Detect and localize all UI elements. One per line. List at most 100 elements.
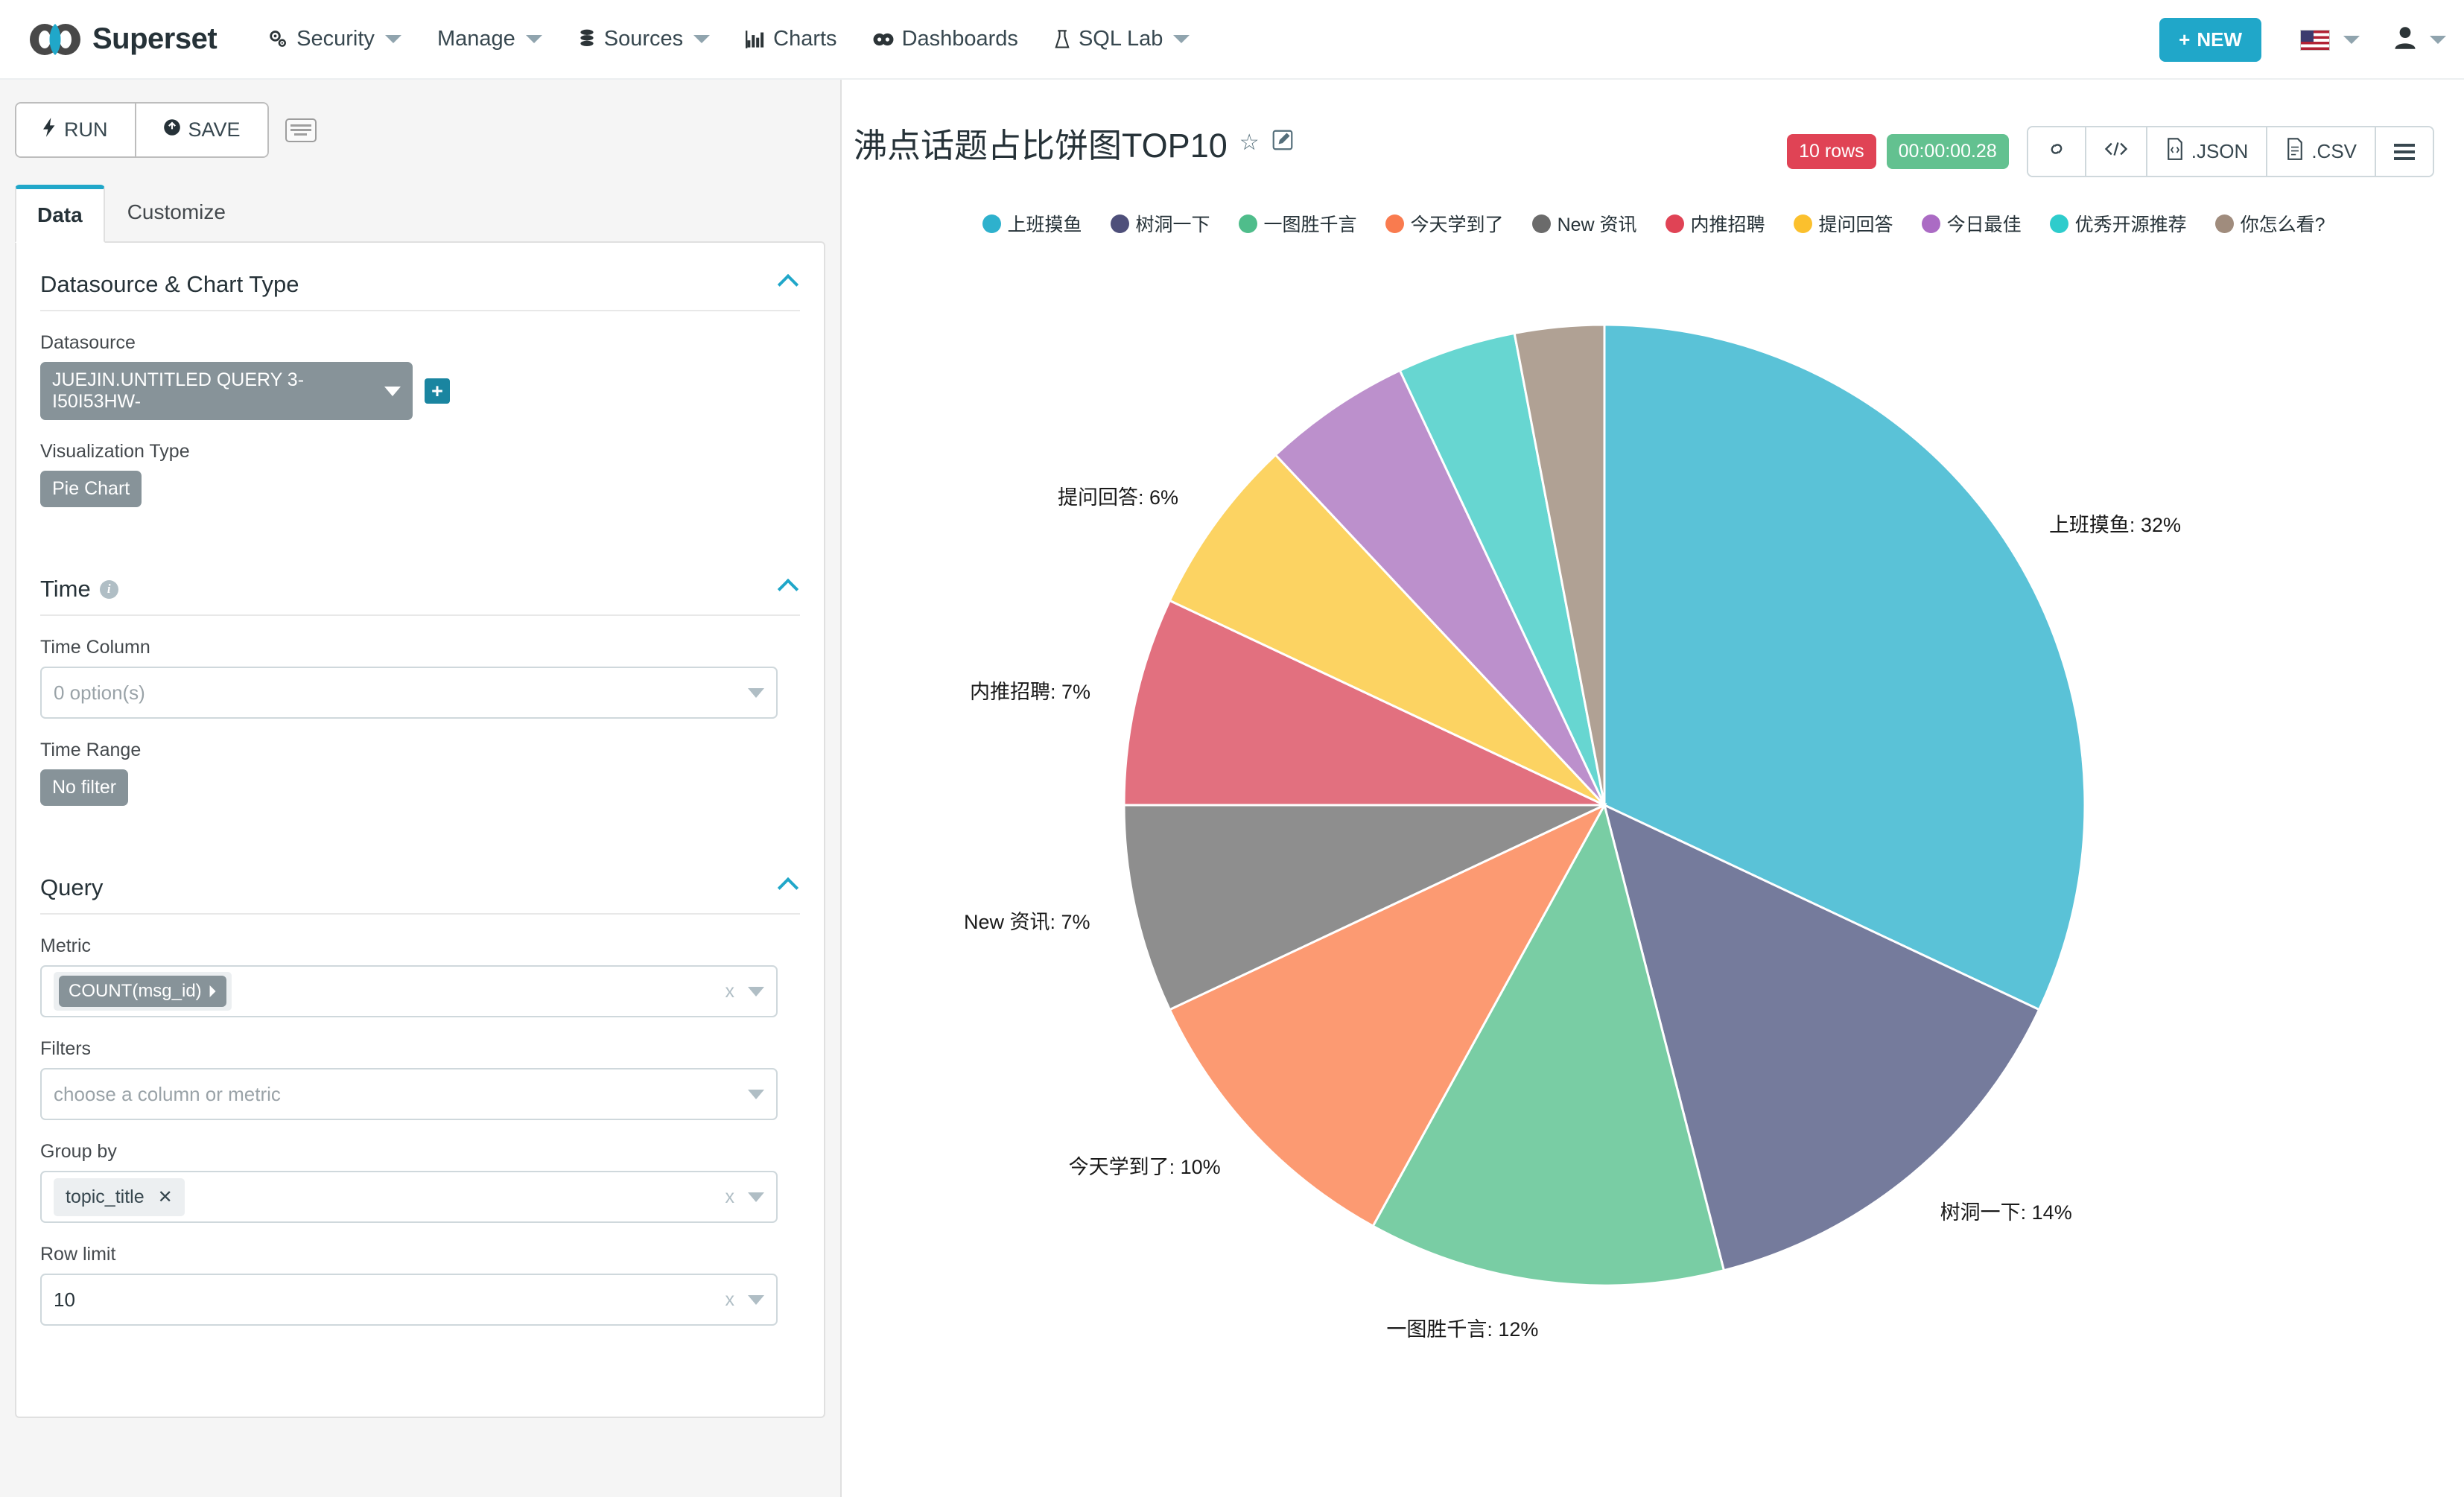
nav-item-dashboards[interactable]: Dashboards — [855, 0, 1036, 79]
nav-item-charts[interactable]: Charts — [728, 0, 854, 79]
row-limit-select[interactable]: 10 x — [40, 1274, 778, 1326]
star-icon[interactable]: ☆ — [1239, 130, 1260, 156]
viz-type-value[interactable]: Pie Chart — [40, 471, 142, 507]
chevron-down-icon — [384, 35, 401, 43]
pie-slice-label: 树洞一下: 14% — [1940, 1201, 2072, 1224]
section-time: Time i Time Column 0 option(s) Time Rang… — [16, 547, 824, 846]
legend-item[interactable]: 树洞一下 — [1110, 210, 1210, 237]
divider — [40, 310, 800, 311]
legend-color-swatch — [1531, 214, 1551, 233]
legend-item[interactable]: 上班摸鱼 — [982, 210, 1082, 237]
field-time-column: Time Column 0 option(s) — [40, 637, 800, 719]
section-query: Query Metric COUNT(msg_id) x Filters cho… — [16, 846, 824, 1326]
info-icon[interactable]: i — [99, 579, 118, 599]
nav-item-security[interactable]: Security — [250, 0, 419, 79]
field-row-limit: Row limit 10 x — [40, 1244, 800, 1326]
rows-badge: 10 rows — [1787, 134, 1876, 169]
metric-token[interactable]: COUNT(msg_id) — [54, 972, 232, 1011]
chart-header-actions: 10 rows 00:00:00.28 .JSON .CSV — [1787, 118, 2434, 177]
time-range-value[interactable]: No filter — [40, 769, 129, 806]
page-title: 沸点话题占比饼图TOP10 ☆ — [854, 118, 1294, 167]
legend-color-swatch — [1665, 214, 1684, 233]
json-file-icon — [2165, 138, 2185, 165]
time-column-value: 0 option(s) — [54, 681, 145, 704]
chevron-right-icon — [209, 985, 216, 997]
us-flag-icon[interactable] — [2300, 29, 2330, 51]
chevron-up-icon[interactable] — [777, 273, 799, 296]
panel-tabs: Data Customize — [15, 185, 840, 243]
dashboard-icon — [873, 31, 894, 48]
nav-item-manage[interactable]: Manage — [419, 0, 560, 79]
chevron-down-icon — [748, 1192, 764, 1202]
tab-customize[interactable]: Customize — [105, 185, 248, 241]
chevron-up-icon[interactable] — [777, 877, 799, 899]
pie-slice-label: 提问回答: 6% — [1058, 486, 1179, 509]
keyboard-icon[interactable] — [285, 118, 317, 142]
link-icon — [2046, 140, 2067, 163]
legend-item[interactable]: 提问回答 — [1793, 210, 1893, 237]
chevron-up-icon[interactable] — [777, 578, 799, 600]
chevron-down-icon — [748, 1089, 764, 1099]
legend-item[interactable]: 内推招聘 — [1665, 210, 1765, 237]
group-by-token[interactable]: topic_title ✕ — [54, 1177, 185, 1216]
section-header[interactable]: Query — [40, 846, 800, 913]
nav-items: Security Manage Sources Charts Dashboard… — [250, 0, 1207, 79]
edit-pencil-icon[interactable] — [1271, 129, 1294, 156]
group-by-select[interactable]: topic_title ✕ x — [40, 1171, 778, 1223]
legend-item[interactable]: 今天学到了 — [1385, 210, 1504, 237]
remove-group-by-icon[interactable]: ✕ — [158, 1186, 173, 1208]
add-datasource-button[interactable]: + — [425, 378, 450, 404]
field-group-by: Group by topic_title ✕ x — [40, 1141, 800, 1223]
export-csv-button[interactable]: .CSV — [2266, 127, 2375, 176]
field-filters: Filters choose a column or metric — [40, 1038, 800, 1120]
metric-select[interactable]: COUNT(msg_id) x — [40, 965, 778, 1017]
person-icon[interactable] — [2394, 26, 2416, 54]
filters-select[interactable]: choose a column or metric — [40, 1068, 778, 1120]
nav-item-label: Charts — [773, 27, 837, 51]
hamburger-icon — [2394, 143, 2415, 160]
legend-item[interactable]: 一图胜千言 — [1238, 210, 1357, 237]
nav-item-sql-lab[interactable]: SQL Lab — [1036, 0, 1207, 79]
legend-item[interactable]: 今日最佳 — [1921, 210, 2022, 237]
legend-color-swatch — [1385, 214, 1404, 233]
more-options-button[interactable] — [2375, 127, 2433, 176]
chevron-down-icon[interactable] — [2343, 36, 2360, 44]
chart-container: 沸点话题占比饼图TOP10 ☆ 10 rows 00:00:00.28 .JSO… — [843, 80, 2464, 1497]
share-link-button[interactable] — [2028, 127, 2085, 176]
clear-metric-icon[interactable]: x — [725, 981, 735, 1002]
section-title-text: Time — [40, 576, 91, 602]
tab-data[interactable]: Data — [15, 185, 105, 243]
legend-item[interactable]: 优秀开源推荐 — [2049, 210, 2187, 237]
export-json-button[interactable]: .JSON — [2145, 127, 2267, 176]
legend-item[interactable]: 你怎么看? — [2214, 210, 2325, 237]
legend-color-swatch — [2049, 214, 2068, 233]
save-button[interactable]: SAVE — [134, 104, 267, 156]
time-column-select[interactable]: 0 option(s) — [40, 667, 778, 719]
new-button[interactable]: + NEW — [2159, 18, 2261, 62]
run-button[interactable]: RUN — [16, 104, 135, 156]
export-csv-label: .CSV — [2311, 140, 2357, 162]
chevron-down-icon — [748, 687, 764, 698]
view-code-button[interactable] — [2084, 127, 2146, 176]
legend-color-swatch — [2214, 214, 2234, 233]
nav-item-sources[interactable]: Sources — [560, 0, 728, 79]
row-limit-label: Row limit — [40, 1244, 116, 1265]
section-header[interactable]: Time i — [40, 547, 800, 614]
divider — [40, 614, 800, 616]
gears-icon — [267, 29, 288, 50]
field-metric: Metric COUNT(msg_id) x — [40, 935, 800, 1017]
section-header[interactable]: Datasource & Chart Type — [40, 243, 800, 310]
chevron-down-icon[interactable] — [2430, 36, 2446, 44]
datasource-select[interactable]: JUEJIN.UNTITLED QUERY 3-I50I53HW- — [40, 362, 413, 420]
pie-slice-label: 今天学到了: 10% — [1068, 1156, 1221, 1179]
top-navbar: Superset Security Manage Sources Charts … — [0, 0, 2464, 80]
clear-group-by-icon[interactable]: x — [725, 1186, 735, 1208]
clear-row-limit-icon[interactable]: x — [725, 1289, 735, 1311]
legend-item-label: 一图胜千言 — [1263, 214, 1357, 235]
section-title: Datasource & Chart Type — [40, 271, 299, 297]
legend-item[interactable]: New 资讯 — [1531, 210, 1637, 237]
bar-chart-icon — [746, 30, 765, 49]
group-by-value: topic_title — [66, 1186, 145, 1207]
brand-logo-link[interactable]: Superset — [28, 22, 217, 57]
legend-item-label: 今天学到了 — [1410, 214, 1504, 235]
